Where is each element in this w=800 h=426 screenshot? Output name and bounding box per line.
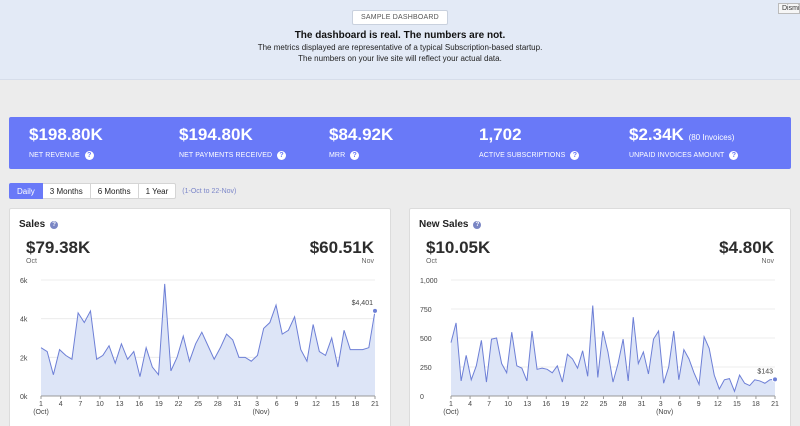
x-tick-label: 19 — [561, 401, 569, 408]
y-tick-label: 0k — [20, 394, 28, 401]
y-tick-label: 750 — [420, 307, 432, 314]
x-tick-label: 13 — [523, 401, 531, 408]
series-area — [41, 283, 375, 396]
x-tick-label: 3 — [255, 401, 259, 408]
x-tick-label: 1 — [39, 401, 43, 408]
help-icon[interactable]: ? — [570, 151, 580, 160]
x-tick-label: 12 — [714, 401, 722, 408]
x-tick-label: 4 — [468, 401, 472, 408]
metric-unpaid-invoices: $2.34K (80 Invoices) UNPAID INVOICES AMO… — [629, 125, 739, 160]
x-tick-label: 21 — [771, 401, 779, 408]
help-icon[interactable]: ? — [277, 151, 287, 160]
metrics-bar: $198.80K NET REVENUE? $194.80K NET PAYME… — [9, 117, 791, 169]
x-tick-label: 10 — [96, 401, 104, 408]
x-tick-label: 28 — [619, 401, 627, 408]
help-icon[interactable]: ? — [84, 151, 94, 160]
metric-label: NET REVENUE — [29, 152, 80, 159]
x-tick-label: 10 — [504, 401, 512, 408]
metric-value: $84.92K — [329, 125, 394, 144]
x-tick-label: 16 — [135, 401, 143, 408]
y-tick-label: 500 — [420, 336, 432, 343]
banner-headline: The dashboard is real. The numbers are n… — [294, 30, 506, 41]
x-tick-label: 22 — [175, 401, 183, 408]
last-point-label: $4,401 — [352, 300, 374, 307]
metric-invoice-count: (80 Invoices) — [688, 133, 735, 142]
sample-dashboard-banner: SAMPLE DASHBOARD The dashboard is real. … — [0, 0, 800, 80]
x-tick-label: 13 — [116, 401, 124, 408]
x-tick-label: 9 — [294, 401, 298, 408]
x-sublabel-nov: (Nov) — [656, 409, 673, 416]
metric-label: UNPAID INVOICES AMOUNT — [629, 152, 725, 159]
sales-chart[interactable]: 0k 2k 4k 6k 1 4 7 10 13 16 19 22 25 28 31 3 6 9 12 15 18 21 (O… — [10, 209, 392, 426]
x-tick-label: 18 — [351, 401, 359, 408]
dismiss-button[interactable]: Dismiss — [778, 3, 800, 14]
x-tick-label: 15 — [733, 401, 741, 408]
metric-label: NET PAYMENTS RECEIVED — [179, 152, 273, 159]
x-tick-label: 21 — [371, 401, 379, 408]
y-tick-label: 6k — [20, 278, 28, 285]
metric-label: ACTIVE SUBSCRIPTIONS — [479, 152, 566, 159]
x-tick-label: 7 — [487, 401, 491, 408]
x-tick-label: 9 — [697, 401, 701, 408]
metric-value: 1,702 — [479, 125, 522, 144]
range-tabs: Daily 3 Months 6 Months 1 Year (1-Oct to… — [9, 183, 236, 199]
y-tick-label: 250 — [420, 365, 432, 372]
metric-active-subscriptions: 1,702 ACTIVE SUBSCRIPTIONS? — [479, 125, 580, 160]
x-sublabel-nov: (Nov) — [253, 409, 270, 416]
tab-1-year[interactable]: 1 Year — [138, 183, 177, 199]
metric-value: $194.80K — [179, 125, 253, 144]
y-tick-label: 1,000 — [420, 278, 438, 285]
last-point-marker[interactable] — [772, 376, 778, 383]
x-tick-label: 16 — [542, 401, 550, 408]
x-sublabel-oct: (Oct) — [443, 409, 459, 416]
banner-line-2: The numbers on your live site will refle… — [298, 54, 502, 63]
x-tick-label: 7 — [78, 401, 82, 408]
x-tick-label: 12 — [312, 401, 320, 408]
x-tick-label: 19 — [155, 401, 163, 408]
last-point-marker[interactable] — [372, 307, 378, 314]
x-tick-label: 3 — [659, 401, 663, 408]
x-tick-label: 25 — [194, 401, 202, 408]
x-tick-label: 6 — [678, 401, 682, 408]
help-icon[interactable]: ? — [350, 151, 360, 160]
metric-value: $2.34K (80 Invoices) — [629, 125, 735, 144]
x-tick-label: 1 — [449, 401, 453, 408]
x-tick-label: 28 — [214, 401, 222, 408]
banner-line-1: The metrics displayed are representative… — [257, 43, 543, 52]
last-point-label: $143 — [757, 368, 773, 375]
metric-net-revenue: $198.80K NET REVENUE? — [29, 125, 103, 160]
metric-label: MRR — [329, 152, 346, 159]
tab-daily[interactable]: Daily — [9, 183, 43, 199]
sample-dashboard-tag: SAMPLE DASHBOARD — [352, 10, 448, 25]
y-tick-label: 0 — [420, 394, 424, 401]
x-tick-label: 22 — [581, 401, 589, 408]
x-sublabel-oct: (Oct) — [33, 409, 49, 416]
x-tick-label: 6 — [275, 401, 279, 408]
y-tick-label: 2k — [20, 355, 28, 362]
new-sales-chart[interactable]: 0 250 500 750 1,000 1 4 7 10 13 16 19 22 25 28 31 3 6 9 12 1… — [410, 209, 792, 426]
metric-net-payments: $194.80K NET PAYMENTS RECEIVED? — [179, 125, 287, 160]
metric-mrr: $84.92K MRR? — [329, 125, 393, 160]
x-tick-label: 31 — [234, 401, 242, 408]
y-tick-label: 4k — [20, 317, 28, 324]
tab-3-months[interactable]: 3 Months — [42, 183, 91, 199]
x-tick-label: 4 — [59, 401, 63, 408]
x-tick-label: 31 — [638, 401, 646, 408]
help-icon[interactable]: ? — [729, 151, 739, 160]
metric-value: $198.80K — [29, 125, 103, 144]
new-sales-card: New Sales? $10.05K Oct $4.80K Nov 0 250 50… — [409, 208, 791, 426]
x-tick-label: 18 — [752, 401, 760, 408]
x-tick-label: 15 — [332, 401, 340, 408]
x-tick-label: 25 — [600, 401, 608, 408]
date-range-label: (1-Oct to 22-Nov) — [182, 187, 237, 195]
tab-6-months[interactable]: 6 Months — [90, 183, 139, 199]
sales-card: Sales? $79.38K Oct $60.51K Nov 0k 2k 4k 6k 1… — [9, 208, 391, 426]
